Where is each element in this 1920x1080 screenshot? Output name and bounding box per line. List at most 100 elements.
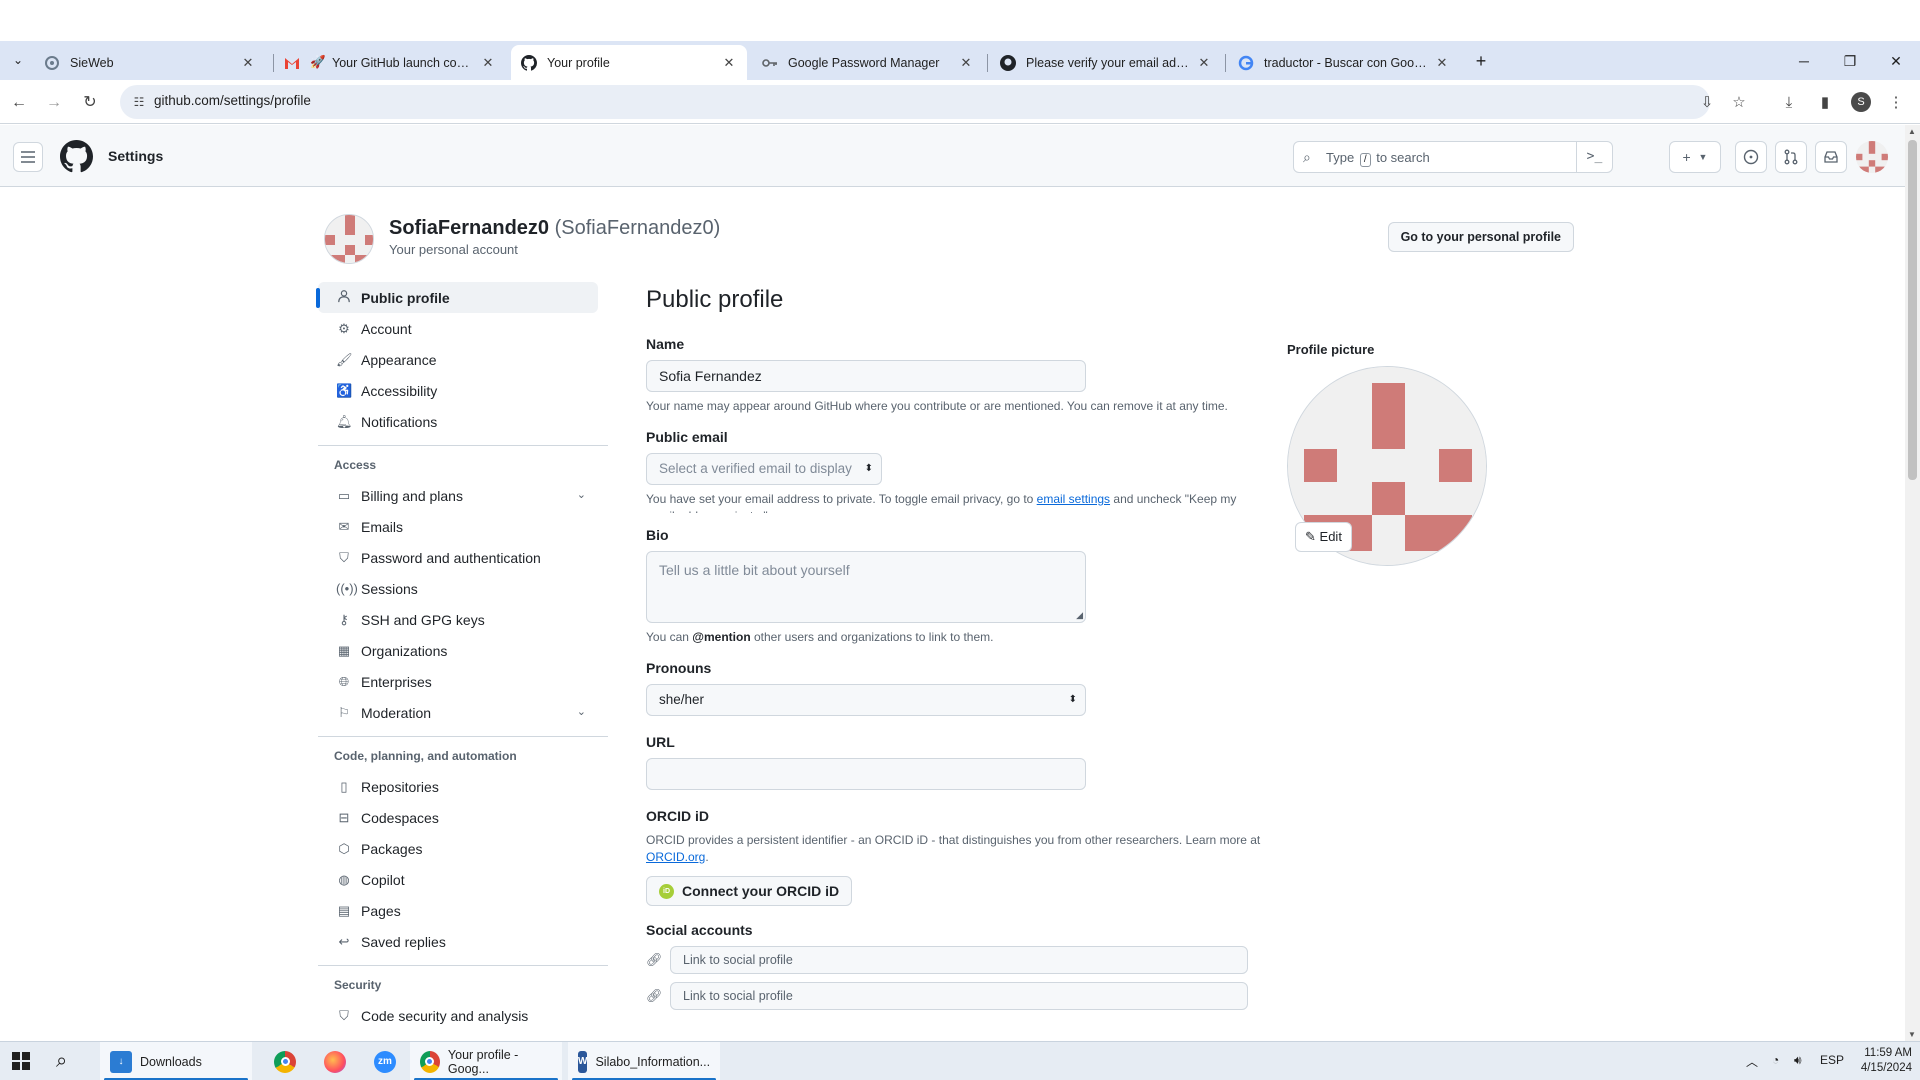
sidebar-item-saved-replies[interactable]: ↩ Saved replies [318, 926, 598, 957]
tab-traductor[interactable]: traductor - Buscar con Google ✕ [1228, 45, 1460, 80]
inbox-button[interactable] [1815, 141, 1847, 173]
tab-search-chevron-icon[interactable]: ⌄ [8, 50, 28, 70]
sidebar-item-enterprises[interactable]: 🌐︎ Enterprises [318, 666, 598, 697]
scroll-down-icon[interactable]: ▼ [1908, 1030, 1916, 1039]
window-close-icon[interactable]: ✕ [1886, 51, 1906, 71]
edit-picture-button[interactable]: ✎ Edit [1295, 522, 1352, 552]
bookmark-star-icon[interactable]: ☆ [1728, 92, 1750, 114]
taskbar-app-chrome-profile[interactable]: Your profile - Goog... [410, 1042, 562, 1080]
chevron-down-icon[interactable]: ⌄ [577, 488, 586, 501]
close-icon[interactable]: ✕ [958, 55, 974, 71]
browser-profile-avatar[interactable]: S [1851, 92, 1871, 112]
pronouns-select[interactable]: she/her ⬍ [646, 684, 1086, 716]
close-icon[interactable]: ✕ [1196, 55, 1212, 71]
sidebar-item-code-security[interactable]: ⛉ Code security and analysis [318, 1000, 598, 1031]
sidebar-item-public-profile[interactable]: Public profile [316, 282, 598, 313]
zoom-icon: zm [374, 1050, 396, 1073]
create-new-button[interactable]: + ▼ [1669, 141, 1721, 173]
sidebar-item-account[interactable]: ⚙ Account [318, 313, 598, 344]
github-logo-icon[interactable] [60, 140, 93, 173]
volume-icon[interactable]: 🔊︎ [1794, 1053, 1802, 1068]
sidebar-item-codespaces[interactable]: ⊟ Codespaces [318, 802, 598, 833]
sidebar-item-accessibility[interactable]: ♿ Accessibility [318, 375, 598, 406]
hamburger-menu-button[interactable] [13, 142, 43, 172]
sidebar-item-pages[interactable]: ▤ Pages [318, 895, 598, 926]
taskbar-app-chrome[interactable] [264, 1042, 314, 1080]
sidebar-item-repositories[interactable]: ▯ Repositories [318, 771, 598, 802]
reload-icon[interactable]: ↻ [79, 92, 101, 114]
close-icon[interactable]: ✕ [240, 55, 256, 71]
go-to-personal-profile-button[interactable]: Go to your personal profile [1387, 222, 1574, 252]
orcid-link[interactable]: ORCID.org [646, 850, 705, 864]
sidebar-item-moderation[interactable]: ⚐ Moderation ⌄ [318, 697, 598, 728]
folder-download-icon: ↓ [110, 1050, 132, 1073]
tab-title: Google Password Manager [788, 55, 940, 70]
url-text[interactable]: github.com/settings/profile [154, 93, 311, 108]
side-panel-icon[interactable]: ▮ [1814, 92, 1836, 114]
input-language-indicator[interactable]: ESP [1820, 1053, 1844, 1067]
site-settings-icon[interactable]: ☷ [130, 93, 148, 111]
url-field[interactable] [646, 758, 1086, 790]
taskbar-app-zoom[interactable]: zm [364, 1042, 414, 1080]
sidebar-item-billing[interactable]: ▭ Billing and plans ⌄ [318, 480, 598, 511]
sidebar-item-appearance[interactable]: 🖌 Appearance [318, 344, 598, 375]
issue-opened-icon [1743, 149, 1759, 165]
minimize-icon[interactable]: ─ [1794, 51, 1814, 71]
sidebar-item-label: Pages [361, 902, 401, 919]
user-avatar[interactable] [1856, 141, 1888, 173]
sidebar-item-password-auth[interactable]: ⛉ Password and authentication [318, 542, 598, 573]
scroll-up-icon[interactable]: ▲ [1908, 127, 1916, 136]
tab-password-manager[interactable]: Google Password Manager ✕ [752, 45, 984, 80]
taskbar-search-icon[interactable]: ⌕ [56, 1050, 67, 1073]
pull-requests-button[interactable] [1775, 141, 1807, 173]
taskbar-app-word[interactable]: W Silabo_Information... [568, 1042, 720, 1080]
system-clock[interactable]: 11:59 AM 4/15/2024 [1852, 1046, 1912, 1076]
sidebar-item-emails[interactable]: ✉ Emails [318, 511, 598, 542]
new-tab-plus-icon[interactable]: + [1470, 51, 1492, 71]
resize-grip-icon[interactable]: ◢ [1076, 610, 1083, 621]
issues-button[interactable] [1735, 141, 1767, 173]
back-arrow-icon[interactable]: ← [8, 92, 30, 114]
tab-sieweb[interactable]: SieWeb ✕ [34, 45, 266, 80]
connect-orcid-button[interactable]: iD Connect your ORCID iD [646, 876, 853, 906]
close-icon[interactable]: ✕ [480, 55, 496, 71]
tab-verify-email[interactable]: Please verify your email address ✕ [990, 45, 1222, 80]
command-palette-icon[interactable]: >_ [1576, 142, 1612, 172]
email-settings-link[interactable]: email settings [1037, 492, 1110, 506]
account-avatar[interactable] [324, 214, 374, 264]
close-icon[interactable]: ✕ [721, 55, 737, 71]
chevron-down-icon[interactable]: ⌄ [577, 705, 586, 718]
pronouns-select-value: she/her [659, 692, 705, 707]
page-scrollbar[interactable]: ▲ ▼ [1905, 125, 1920, 1041]
show-hidden-icons-chevron-icon[interactable]: ︿ [1746, 1053, 1758, 1070]
header-context-title[interactable]: Settings [108, 148, 163, 164]
close-icon[interactable]: ✕ [1434, 55, 1450, 71]
downloads-icon[interactable]: ⤓ [1778, 92, 1800, 114]
tab-title: Please verify your email address [1026, 55, 1190, 70]
sidebar-item-organizations[interactable]: ▦ Organizations [318, 635, 598, 666]
windows-start-icon[interactable] [12, 1052, 30, 1070]
bio-textarea[interactable]: Tell us a little bit about yourself ◢ [646, 551, 1086, 623]
tab-your-profile[interactable]: Your profile ✕ [511, 45, 747, 80]
taskbar-app-downloads[interactable]: ↓ Downloads [100, 1042, 252, 1080]
sidebar-item-notifications[interactable]: 🔔︎ Notifications [318, 406, 598, 437]
forward-arrow-icon[interactable]: → [43, 92, 65, 114]
name-field[interactable]: Sofia Fernandez [646, 360, 1086, 392]
sidebar-item-copilot[interactable]: ◍ Copilot [318, 864, 598, 895]
social-link-input-1[interactable]: Link to social profile [670, 946, 1248, 974]
omnibox[interactable]: ☷ github.com/settings/profile [120, 85, 1710, 119]
restore-icon[interactable]: ❐ [1840, 51, 1860, 71]
sidebar-item-ssh-gpg[interactable]: ⚷ SSH and GPG keys [318, 604, 598, 635]
github-search-input[interactable]: ⌕ Type / to search >_ [1293, 141, 1613, 173]
install-app-icon[interactable]: ⇩ [1696, 92, 1718, 114]
sidebar-item-packages[interactable]: ⬡ Packages [318, 833, 598, 864]
sidebar-item-sessions[interactable]: ((•)) Sessions [318, 573, 598, 604]
social-link-input-2[interactable]: Link to social profile [670, 982, 1248, 1010]
taskbar-app-firefox[interactable] [314, 1042, 364, 1080]
tab-gmail[interactable]: 🚀 Your GitHub launch code - ✕ [274, 45, 506, 80]
network-icon[interactable]: ◔ [1772, 1053, 1779, 1067]
kebab-menu-icon[interactable]: ⋮ [1885, 92, 1907, 114]
public-email-select[interactable]: Select a verified email to display ⬍ [646, 453, 882, 485]
scrollbar-thumb[interactable] [1908, 140, 1917, 480]
account-display-name[interactable]: SofiaFernandez0 (SofiaFernandez0) [389, 217, 720, 240]
